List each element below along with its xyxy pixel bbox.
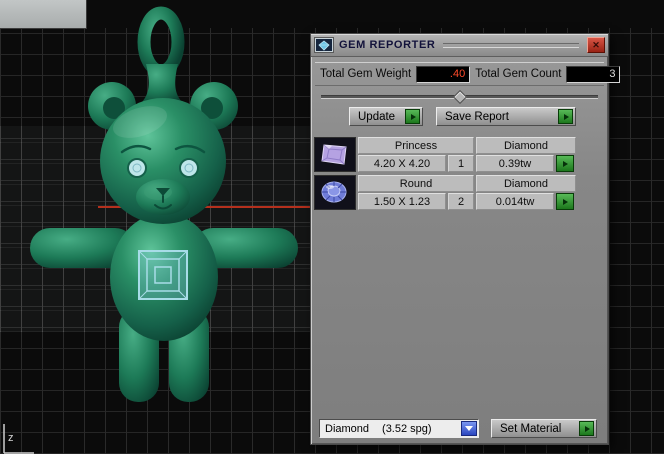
gem-weight-cell[interactable]: 0.39tw — [476, 155, 554, 172]
gem-row-go-button[interactable] — [556, 193, 574, 210]
z-axis-label: z — [8, 432, 14, 444]
panel-title: GEM REPORTER — [339, 39, 436, 51]
gem-row-go-cell — [556, 193, 576, 210]
round-gem-icon[interactable] — [314, 175, 356, 210]
material-dropdown[interactable]: Diamond (3.52 spg) — [319, 419, 479, 438]
save-report-go-icon — [558, 109, 573, 124]
gem-picture-icon — [314, 37, 334, 53]
total-gem-count-value: 3 — [566, 65, 621, 83]
princess-gem-icon[interactable] — [314, 137, 356, 172]
titlebar-grip — [443, 42, 579, 48]
total-count-group: Total Gem Count 3 — [470, 65, 621, 83]
totals-bar: Total Gem Weight .40 Total Gem Count 3 — [315, 62, 621, 86]
update-go-icon — [405, 109, 420, 124]
gem-count-cell[interactable]: 2 — [448, 193, 474, 210]
close-button[interactable]: ✕ — [587, 37, 605, 53]
set-material-label: Set Material — [500, 422, 562, 435]
gem-weight-cell[interactable]: 0.014tw — [476, 193, 554, 210]
total-gem-weight-label: Total Gem Weight — [320, 68, 412, 80]
update-label: Update — [358, 110, 396, 123]
gem-material-cell[interactable]: Diamond — [476, 137, 576, 154]
gem-table: Princess Diamond 4.20 X 4.20 1 0.39tw Ro… — [314, 137, 580, 210]
gem-count-cell[interactable]: 1 — [448, 155, 474, 172]
gem-dimensions-cell[interactable]: 1.50 X 1.23 — [358, 193, 446, 210]
material-dropdown-value: Diamond — [325, 422, 370, 435]
save-report-label: Save Report — [445, 110, 509, 123]
total-weight-group: Total Gem Weight .40 — [315, 65, 471, 83]
gem-row-go-cell — [556, 155, 576, 172]
gem-row-princess[interactable]: Princess Diamond 4.20 X 4.20 1 0.39tw — [314, 137, 580, 172]
gem-shape-cell[interactable]: Princess — [358, 137, 474, 154]
dropdown-arrow-button[interactable] — [461, 421, 477, 436]
gem-material-cell[interactable]: Diamond — [476, 175, 576, 192]
slider-thumb[interactable] — [452, 89, 467, 105]
gem-row-round[interactable]: Round Diamond 1.50 X 1.23 2 0.014tw — [314, 175, 580, 210]
action-button-row: Update Save Report — [349, 107, 608, 126]
close-icon: ✕ — [592, 39, 600, 50]
total-gem-count-label: Total Gem Count — [475, 68, 562, 80]
total-gem-weight-value: .40 — [416, 65, 471, 83]
gem-shape-cell[interactable]: Round — [358, 175, 474, 192]
update-button[interactable]: Update — [349, 107, 423, 126]
gem-row-go-button[interactable] — [556, 155, 574, 172]
material-dropdown-detail: (3.52 spg) — [382, 422, 432, 435]
set-material-go-icon — [579, 421, 594, 436]
belly-gem[interactable] — [138, 250, 188, 300]
gem-size-slider[interactable] — [321, 89, 598, 105]
chevron-down-icon — [465, 426, 473, 431]
save-report-button[interactable]: Save Report — [436, 107, 576, 126]
gem-reporter-panel: GEM REPORTER ✕ Total Gem Weight .40 Tota… — [310, 33, 621, 445]
bear-head[interactable] — [100, 98, 226, 224]
material-bar: Diamond (3.52 spg) Set Material — [319, 419, 597, 438]
set-material-button[interactable]: Set Material — [491, 419, 597, 438]
gem-reporter-titlebar[interactable]: GEM REPORTER ✕ — [311, 34, 608, 57]
gem-dimensions-cell[interactable]: 4.20 X 4.20 — [358, 155, 446, 172]
bear-muzzle — [136, 179, 190, 215]
pendant-bail[interactable] — [137, 6, 185, 102]
